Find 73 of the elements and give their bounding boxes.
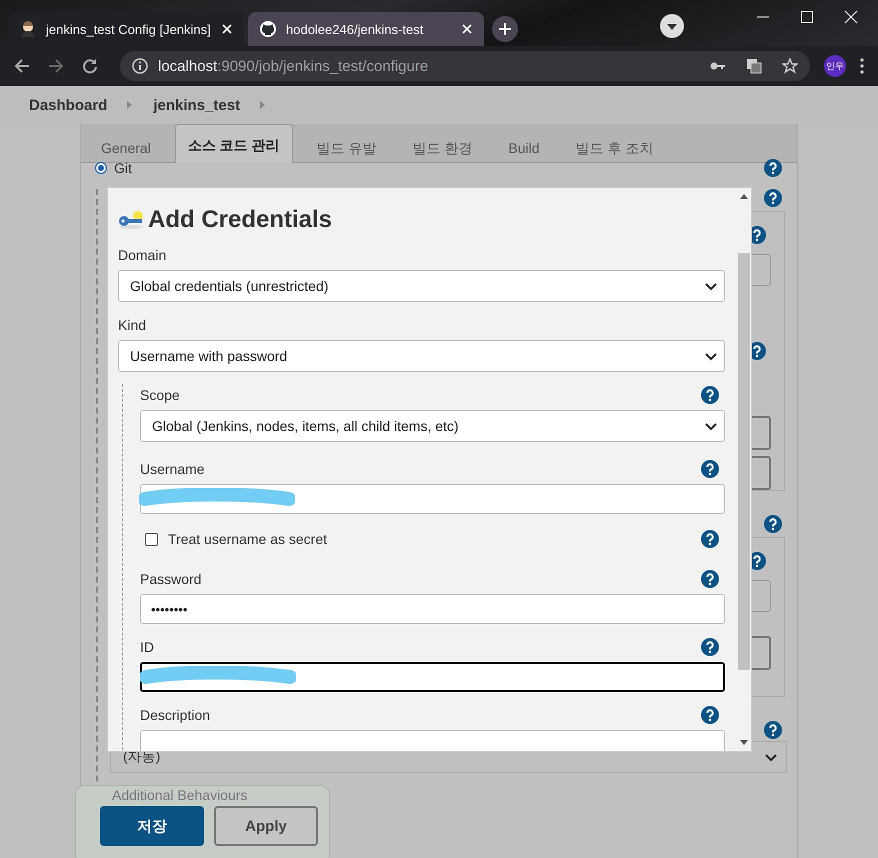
section-label: Additional Behaviours	[112, 787, 248, 803]
butler-icon	[20, 21, 36, 37]
chevron-icon	[704, 281, 718, 291]
dropdown[interactable]: Global (Jenkins, nodes, items, all child items, etc)	[140, 410, 725, 442]
input-field[interactable]	[140, 730, 725, 751]
breadcrumb-link[interactable]: Dashboard	[29, 96, 108, 114]
close-icon[interactable]	[462, 24, 472, 34]
dialog-title: Add Credentials	[148, 206, 332, 234]
key-icon	[118, 210, 144, 230]
close-icon[interactable]	[844, 10, 858, 24]
checkbox-label: Treat username as secret	[168, 531, 327, 547]
field-label: Password	[140, 571, 202, 587]
help-icon[interactable]	[701, 638, 719, 656]
star-icon[interactable]	[782, 58, 798, 74]
input-field[interactable]	[140, 662, 725, 692]
new-tab-icon[interactable]	[492, 16, 518, 42]
help-icon[interactable]	[764, 515, 782, 533]
translate-icon[interactable]	[746, 58, 762, 74]
input-field[interactable]: ••••••••	[140, 594, 725, 624]
config-tab[interactable]: 빌드 환경	[400, 132, 484, 162]
help-icon[interactable]	[701, 530, 719, 548]
tab-title: hodolee246/jenkins-test	[286, 22, 424, 36]
close-icon[interactable]	[222, 24, 232, 34]
input-field[interactable]	[140, 484, 725, 514]
caret-icon	[260, 100, 266, 110]
help-icon[interactable]	[701, 570, 719, 588]
tab-title: jenkins_test Config [Jenkins]	[46, 22, 212, 36]
browser-tab[interactable]: jenkins_test Config [Jenkins]	[8, 12, 244, 46]
scrollbar-thumb[interactable]	[738, 253, 750, 670]
password-value: ••••••••	[150, 602, 188, 616]
caret-icon	[127, 100, 134, 110]
scroll-up-icon	[740, 194, 748, 199]
help-icon[interactable]	[701, 460, 719, 478]
radio-button[interactable]	[95, 162, 107, 174]
browser-tab[interactable]: hodolee246/jenkins-test	[248, 12, 484, 46]
help-icon[interactable]	[701, 706, 719, 724]
scroll-down-icon	[740, 740, 748, 745]
field-label: Description	[140, 707, 210, 723]
config-tab[interactable]: 빌드 후 조치	[564, 132, 666, 162]
radio-label: Git	[114, 160, 132, 176]
menu-icon[interactable]	[860, 58, 864, 74]
config-tab[interactable]: Build	[496, 132, 552, 162]
chevron-icon	[764, 752, 778, 762]
apply-button[interactable]: Apply	[214, 806, 318, 846]
dropdown[interactable]: Username with password	[118, 340, 725, 372]
checkbox[interactable]	[145, 532, 158, 546]
help-icon[interactable]	[764, 721, 782, 739]
config-tab[interactable]: 빌드 유발	[304, 132, 388, 162]
dropdown[interactable]: Global credentials (unrestricted)	[118, 270, 725, 302]
back-icon[interactable]	[14, 58, 30, 74]
profile-avatar[interactable]: 인우	[824, 55, 846, 77]
github-icon	[260, 21, 276, 37]
chevron-icon	[704, 351, 718, 361]
address-bar[interactable]: localhost:9090/job/jenkins_test/configure	[120, 51, 810, 81]
config-tab[interactable]: 소스 코드 관리	[174, 124, 293, 163]
help-icon[interactable]	[701, 386, 719, 404]
tab-search-icon[interactable]	[660, 14, 684, 38]
config-tab[interactable]: General	[89, 132, 163, 162]
forward-icon[interactable]	[48, 58, 64, 74]
field-label: ID	[140, 639, 154, 655]
maximize-icon[interactable]	[800, 10, 814, 24]
breadcrumb-link[interactable]: jenkins_test	[153, 96, 240, 114]
field-label: Domain	[118, 247, 166, 263]
save-button[interactable]: 저장	[100, 806, 204, 846]
field-label: Kind	[118, 317, 146, 333]
url-text: localhost:9090/job/jenkins_test/configure	[158, 58, 428, 74]
info-icon	[132, 58, 148, 74]
help-icon[interactable]	[764, 189, 782, 207]
field-label: Scope	[140, 387, 180, 403]
help-icon[interactable]	[764, 159, 782, 177]
reload-icon[interactable]	[82, 58, 98, 74]
field-label: Username	[140, 461, 205, 477]
chevron-icon	[704, 421, 718, 431]
